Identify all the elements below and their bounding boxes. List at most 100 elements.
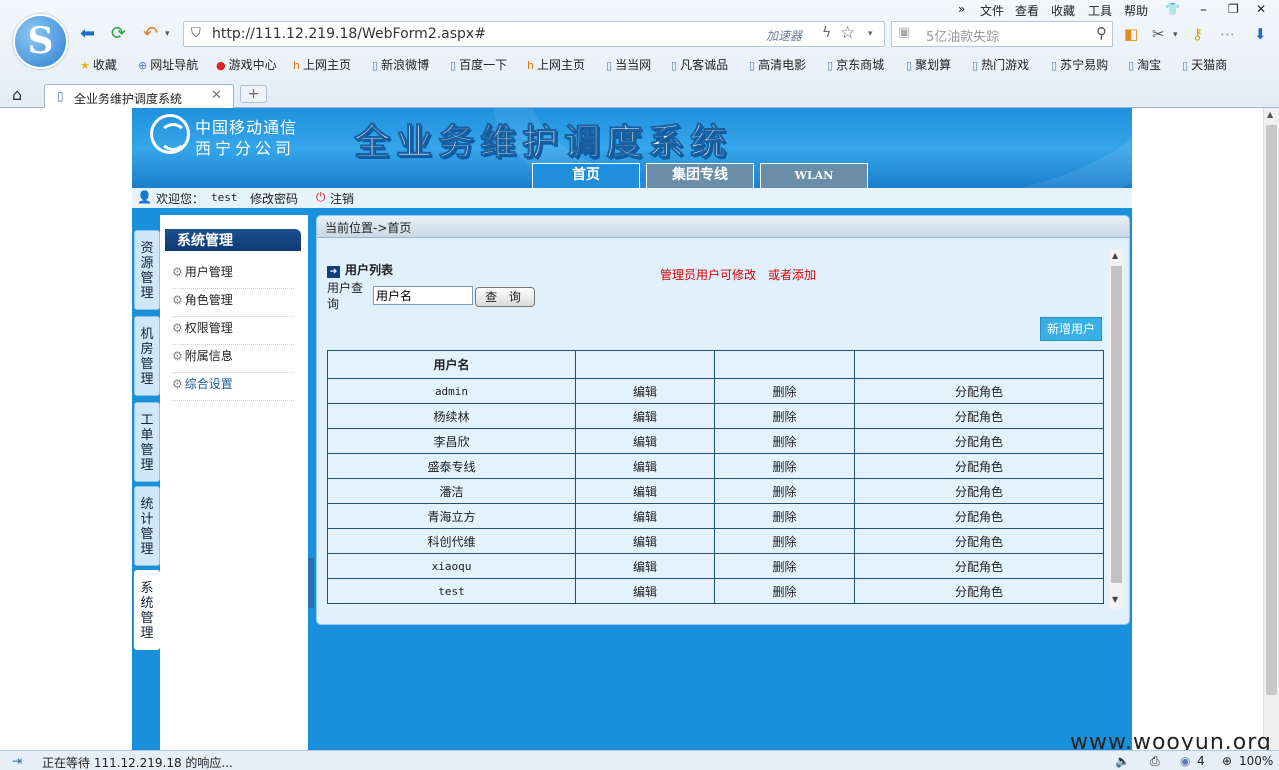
skin-icon[interactable]: 👕 [1165,2,1180,16]
assign-role-link[interactable]: 分配角色 [854,503,1104,529]
delete-link[interactable]: 删除 [714,578,855,604]
change-password-link[interactable]: 修改密码 [250,190,298,207]
nav-tab-wlan[interactable]: WLAN [760,163,868,188]
sidebar-item-permissions[interactable]: ⚙ 权限管理 [172,319,294,345]
search-box[interactable]: ▣ 5亿油款失踪 ⚲ [891,21,1113,47]
menu-more[interactable]: » [958,2,965,16]
close-tab-icon[interactable]: ✕ [211,88,222,103]
assign-role-link[interactable]: 分配角色 [854,403,1104,429]
edit-link[interactable]: 编辑 [575,403,715,429]
bookmark-suning[interactable]: ▯ 苏宁易购 [1051,56,1108,73]
assign-role-link[interactable]: 分配角色 [854,378,1104,404]
delete-link[interactable]: 删除 [714,528,855,554]
more-icon[interactable]: ⋯ [1220,25,1235,43]
delete-link[interactable]: 删除 [714,378,855,404]
sidebar-collapse-handle[interactable] [308,558,314,608]
delete-link[interactable]: 删除 [714,503,855,529]
search-engine-icon[interactable]: ▣ [898,25,910,40]
accelerator-label[interactable]: 加速器 [766,27,802,44]
assign-role-link[interactable]: 分配角色 [854,428,1104,454]
bookmark-hotgames[interactable]: ▯ 热门游戏 [972,56,1029,73]
assign-role-link[interactable]: 分配角色 [854,528,1104,554]
menu-tools[interactable]: 工具 [1088,2,1112,19]
volume-icon[interactable]: 🔈 [1115,754,1130,768]
edit-link[interactable]: 编辑 [575,578,715,604]
edit-link[interactable]: 编辑 [575,428,715,454]
address-dropdown-icon[interactable]: ▾ [868,29,873,39]
new-tab-button[interactable]: + [240,85,267,103]
menu-help[interactable]: 帮助 [1124,2,1148,19]
vtab-statistics[interactable]: 统计管理 [134,486,160,566]
delete-link[interactable]: 删除 [714,403,855,429]
search-placeholder[interactable]: 5亿油款失踪 [926,26,999,45]
extension-icon[interactable]: ◧ [1124,25,1138,43]
delete-link[interactable]: 删除 [714,453,855,479]
list-scroll-thumb[interactable] [1111,266,1122,583]
power-icon[interactable]: ⏻ [316,190,326,205]
edit-link[interactable]: 编辑 [575,503,715,529]
scroll-up-icon[interactable]: ▲ [1112,251,1118,260]
assign-role-link[interactable]: 分配角色 [854,553,1104,579]
bookmark-juhuasuan[interactable]: ▯ 聚划算 [906,56,951,73]
delete-link[interactable]: 删除 [714,478,855,504]
bookmark-nav[interactable]: ⊕ 网址导航 [138,56,198,73]
nav-tab-group-line[interactable]: 集团专线 [646,163,754,188]
undo-icon[interactable]: ↶ [143,24,158,44]
menu-view[interactable]: 查看 [1015,2,1039,19]
bookmark-baidu[interactable]: ▯ 百度一下 [450,56,507,73]
bookmark-tmall[interactable]: ▯ 天猫商 [1182,56,1227,73]
maximize-icon[interactable]: ❐ [1228,2,1239,16]
zoom-level[interactable]: 100% [1239,754,1273,768]
scroll-down-icon[interactable]: ▼ [1112,595,1118,604]
bookmark-taobao[interactable]: ▯ 淘宝 [1128,56,1161,73]
sidebar-item-roles[interactable]: ⚙ 角色管理 [172,291,294,317]
back-icon[interactable]: ⬅ [80,24,95,44]
address-url[interactable]: http://111.12.219.18/WebForm2.aspx# [212,26,486,42]
bookmark-home1[interactable]: h 上网主页 [293,56,351,73]
add-user-button[interactable]: 新增用户 [1040,317,1102,341]
nav-tab-home[interactable]: 首页 [532,163,640,188]
logout-link[interactable]: 注销 [330,190,354,207]
scroll-up-icon[interactable]: ▲ [1267,110,1273,119]
scissors-icon[interactable]: ✂ [1152,25,1165,43]
vtab-system[interactable]: 系统管理 [134,570,160,650]
print-icon[interactable]: ⎙ [1150,754,1160,769]
star-icon[interactable]: ☆ [840,23,855,43]
minimize-icon[interactable]: – [1200,2,1207,18]
menu-favorites[interactable]: 收藏 [1051,2,1075,19]
page-scroll-thumb[interactable] [1266,125,1277,695]
bookmark-home2[interactable]: h 上网主页 [527,56,585,73]
browser-logo-icon[interactable]: S [13,14,68,69]
search-icon[interactable]: ⚲ [1096,24,1107,42]
edit-link[interactable]: 编辑 [575,453,715,479]
lightning-icon[interactable]: ϟ [822,25,831,41]
delete-link[interactable]: 删除 [714,553,855,579]
vtab-machine-room[interactable]: 机房管理 [134,316,160,396]
bookmark-games[interactable]: ● 游戏中心 [216,56,277,73]
assign-role-link[interactable]: 分配角色 [854,453,1104,479]
tab-active[interactable]: ▯ 全业务维护调度系统 ✕ [44,84,234,109]
undo-dropdown-icon[interactable]: ▾ [165,24,170,44]
assign-role-link[interactable]: 分配角色 [854,478,1104,504]
vtab-resource[interactable]: 资源管理 [134,230,160,310]
query-button[interactable]: 查 询 [475,287,535,307]
username-search-input[interactable] [373,286,473,305]
sidebar-toggle-icon[interactable]: ⇥ [12,754,22,768]
scissors-dropdown-icon[interactable]: ▾ [1173,30,1178,40]
sidebar-item-users[interactable]: ⚙ 用户管理 [172,263,294,289]
close-window-icon[interactable]: ✕ [1256,2,1266,16]
refresh-icon[interactable]: ⟳ [111,24,126,44]
menu-file[interactable]: 文件 [980,2,1004,19]
sidebar-item-settings[interactable]: ⚙ 综合设置 [172,375,294,401]
zoom-icon[interactable]: ⊕ [1222,754,1232,768]
download-icon[interactable]: ⬇ [1254,25,1267,43]
edit-link[interactable]: 编辑 [575,528,715,554]
bookmark-favorites[interactable]: ★ 收藏 [80,56,117,73]
key-icon[interactable]: ⚷ [1192,25,1203,43]
list-scrollbar[interactable]: ▲ ▼ [1109,249,1124,609]
edit-link[interactable]: 编辑 [575,553,715,579]
bookmark-weibo[interactable]: ▯ 新浪微博 [372,56,429,73]
address-bar[interactable]: ⛉ http://111.12.219.18/WebForm2.aspx# 加速… [183,21,885,47]
sidebar-item-attachments[interactable]: ⚙ 附属信息 [172,347,294,373]
bookmark-vancl[interactable]: ▯ 凡客诚品 [671,56,728,73]
